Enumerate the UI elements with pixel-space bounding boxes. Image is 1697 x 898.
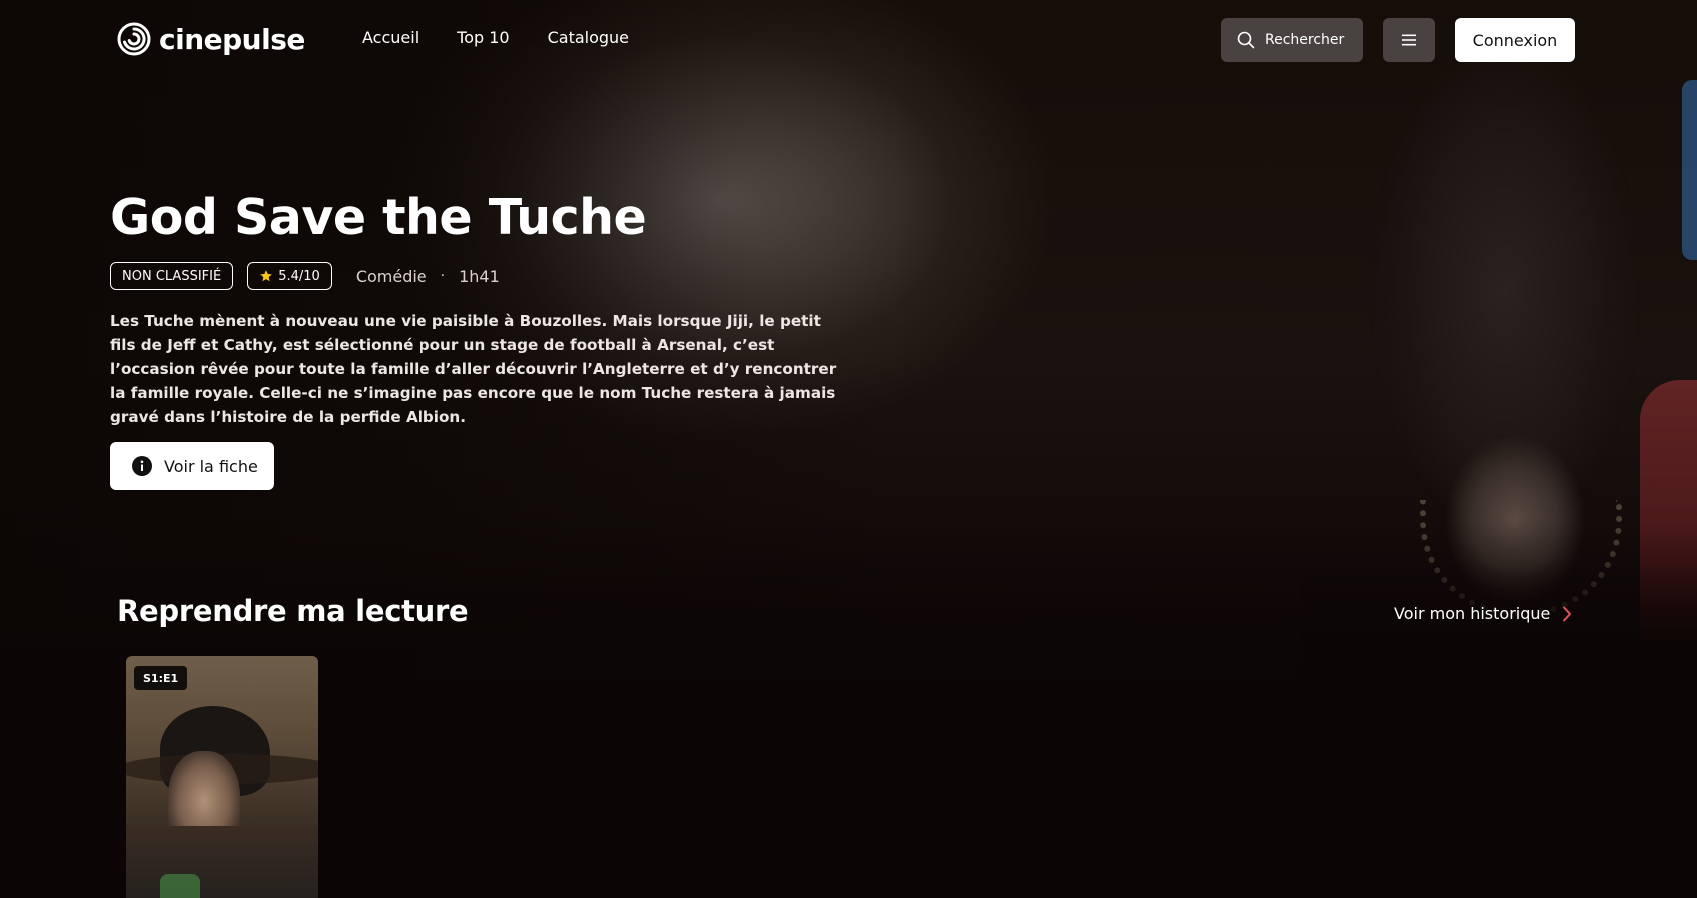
search-icon: [1237, 31, 1255, 49]
meta-separator: ·: [440, 268, 446, 284]
score-badge: 5.4/10: [247, 262, 332, 290]
score-text: 5.4/10: [278, 268, 320, 284]
view-details-button[interactable]: Voir la fiche: [110, 442, 274, 490]
search-button[interactable]: Rechercher: [1221, 18, 1363, 62]
section-title: Reprendre ma lecture: [117, 594, 469, 628]
nav-item-accueil[interactable]: Accueil: [362, 28, 419, 47]
hero-meta: NON CLASSIFIÉ 5.4/10 Comédie · 1h41: [110, 262, 500, 290]
star-icon: [260, 270, 273, 282]
nav-item-top-10[interactable]: Top 10: [457, 28, 509, 47]
age-rating-badge: NON CLASSIFIÉ: [110, 262, 234, 290]
menu-button[interactable]: [1383, 18, 1435, 62]
info-icon: [132, 456, 152, 476]
age-rating-text: NON CLASSIFIÉ: [122, 268, 222, 284]
login-button[interactable]: Connexion: [1455, 18, 1575, 62]
card-art-coat: [126, 826, 318, 898]
nav-item-catalogue[interactable]: Catalogue: [548, 28, 629, 47]
hero-synopsis: Les Tuche mènent à nouveau une vie paisi…: [110, 312, 837, 426]
history-link[interactable]: Voir mon historique: [1394, 604, 1572, 623]
duration-text: 1h41: [459, 266, 500, 286]
history-link-label: Voir mon historique: [1394, 604, 1551, 623]
spiral-icon: [117, 22, 151, 56]
card-art-green: [160, 874, 200, 898]
main-nav: Accueil Top 10 Catalogue: [362, 28, 629, 47]
genre-text: Comédie: [355, 266, 427, 286]
hamburger-icon: [1402, 34, 1416, 46]
hero-title: God Save the Tuche: [110, 189, 647, 246]
view-details-label: Voir la fiche: [164, 456, 258, 476]
episode-badge: S1:E1: [134, 666, 188, 690]
continue-card[interactable]: S1:E1: [126, 656, 318, 898]
search-button-label: Rechercher: [1265, 32, 1345, 48]
blue-edge-shape: [1682, 80, 1697, 260]
brand-name: cinepulse: [159, 22, 305, 56]
brand-logo[interactable]: cinepulse: [117, 22, 305, 56]
chevron-right-icon: [1563, 606, 1572, 621]
